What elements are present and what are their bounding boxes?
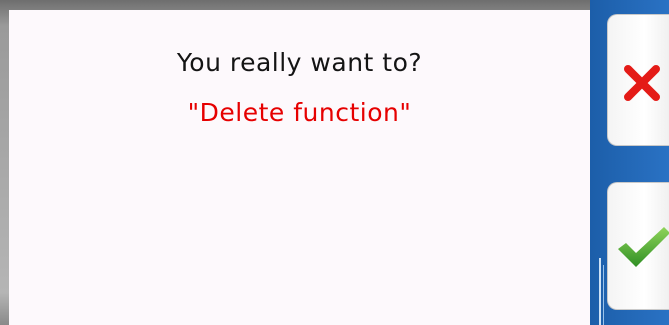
confirm-question: You really want to? [176, 48, 423, 77]
sidebar-divider [603, 265, 604, 325]
confirm-dialog-screen: You really want to? "Delete function" [0, 0, 669, 325]
cross-icon [624, 65, 660, 101]
dialog-panel: You really want to? "Delete function" [9, 10, 590, 325]
sidebar-divider [599, 258, 601, 325]
confirm-subject: "Delete function" [187, 98, 412, 127]
cancel-button[interactable] [607, 14, 669, 146]
confirm-button[interactable] [607, 182, 669, 310]
checkmark-icon [618, 227, 669, 267]
